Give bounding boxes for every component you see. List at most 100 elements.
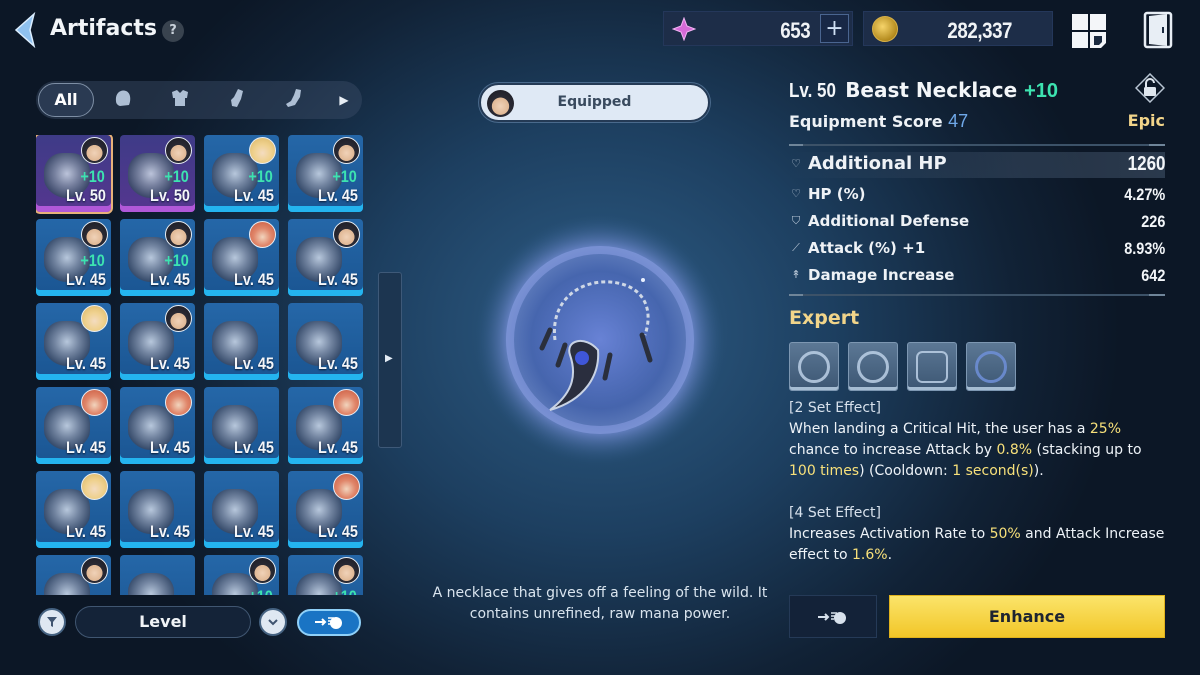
set-piece-earrings[interactable] — [907, 342, 957, 391]
owner-avatar — [81, 557, 108, 584]
artifact-card[interactable]: +10 Lv. 45 — [120, 219, 195, 296]
divider — [789, 144, 1165, 146]
artifact-card[interactable]: +10 Lv. 50 — [120, 135, 195, 212]
filter-tab-gloves[interactable] — [224, 87, 250, 113]
set-effect-text: Increases Activation Rate to — [789, 526, 990, 542]
boots-icon — [286, 89, 301, 107]
enhance-level: +10 — [248, 587, 273, 595]
arrow-right-icon: ▶ — [385, 353, 393, 364]
artifact-card[interactable]: Lv. 45 — [36, 303, 111, 380]
owner-avatar — [249, 557, 276, 584]
artifact-card[interactable]: +10 Lv. 45 — [204, 135, 279, 212]
artifact-card[interactable]: Lv. 45 — [204, 387, 279, 464]
lock-toggle-button[interactable] — [1134, 72, 1166, 104]
artifact-card[interactable]: Lv. 45 — [288, 219, 363, 296]
artifact-card[interactable]: Lv. 45 — [120, 303, 195, 380]
set-piece-bracelet[interactable] — [966, 342, 1016, 391]
set-effect-value: 25% — [1089, 421, 1121, 437]
owner-avatar — [165, 221, 192, 248]
unlock-icon — [1134, 72, 1166, 104]
artifact-level: Lv. 45 — [234, 186, 274, 205]
artifact-level: Lv. 45 — [66, 270, 106, 289]
menu-grid-button[interactable] — [1071, 13, 1107, 49]
back-button[interactable] — [12, 11, 40, 49]
salvage-button[interactable] — [789, 595, 877, 638]
artifact-card[interactable]: Lv. 45 — [288, 471, 363, 548]
artifact-card[interactable]: +10 — [204, 555, 279, 595]
collapse-panel-handle[interactable]: ▶ — [378, 272, 402, 448]
artifact-level: Lv. 45 — [318, 354, 358, 373]
artifact-card[interactable]: +10 — [288, 555, 363, 595]
main-stat-value: 1260 — [1127, 153, 1165, 175]
owner-avatar — [333, 473, 360, 500]
artifact-card[interactable]: Lv. 45 — [36, 471, 111, 548]
artifact-level: Lv. 45 — [318, 438, 358, 457]
owner-avatar — [249, 137, 276, 164]
heart-icon: ♡ — [791, 187, 801, 200]
equipment-score-label: Equipment Score — [789, 112, 943, 131]
set-effect-header: [4 Set Effect] — [789, 505, 882, 521]
helmet-icon — [115, 90, 131, 106]
exit-button[interactable] — [1143, 11, 1173, 49]
owner-avatar — [81, 473, 108, 500]
necklace-icon — [798, 351, 830, 383]
rarity-label: Epic — [1127, 111, 1165, 130]
filter-more-button[interactable]: ▶ — [336, 91, 352, 109]
artifact-card[interactable]: Lv. 45 — [120, 387, 195, 464]
artifact-level: Lv. 45 — [318, 522, 358, 541]
artifact-card[interactable]: +10 Lv. 45 — [288, 135, 363, 212]
enhance-level: +10 — [80, 251, 105, 270]
set-piece-necklace[interactable] — [789, 342, 839, 391]
artifact-inventory-grid[interactable]: +10 Lv. 50 +10 Lv. 50 +10 Lv. 45 +10 Lv. 45 +10 L… — [36, 135, 366, 595]
set-piece-ring[interactable] — [848, 342, 898, 391]
filter-tab-helmet[interactable] — [110, 87, 136, 113]
artifact-title: Lv. 50 Beast Necklace +10 — [789, 78, 1058, 103]
owner-avatar — [165, 137, 192, 164]
sub-stat-value: 226 — [1140, 212, 1165, 231]
owner-avatar — [333, 389, 360, 416]
artifact-card[interactable]: Lv. 45 — [288, 303, 363, 380]
artifact-card[interactable] — [120, 555, 195, 595]
set-effect-text: chance to increase Attack by — [789, 442, 997, 458]
filter-tab-boots[interactable] — [281, 87, 307, 113]
artifact-card[interactable]: Lv. 45 — [120, 471, 195, 548]
sort-direction-button[interactable] — [259, 608, 287, 636]
owner-avatar — [333, 557, 360, 584]
top-bar: Artifacts ? 653 + 282,337 — [0, 0, 1200, 62]
artifact-card[interactable]: +10 Lv. 45 — [36, 219, 111, 296]
artifact-level: Lv. 45 — [318, 270, 358, 289]
artifact-level: Lv. 45 — [150, 354, 190, 373]
artifact-card[interactable]: Lv. 45 — [204, 471, 279, 548]
back-arrow-icon — [14, 11, 36, 49]
arrow-right-icon: ▶ — [339, 93, 349, 107]
artifact-level: Lv. 50 — [789, 80, 836, 102]
ring-icon — [857, 351, 889, 383]
artifact-card[interactable]: Lv. 45 — [288, 387, 363, 464]
sub-stat: ⟋ Attack (%) +1 8.93% — [789, 236, 1165, 262]
set-effects: [2 Set Effect] When landing a Critical Hi… — [789, 398, 1169, 587]
equipped-badge[interactable]: Equipped — [479, 83, 710, 122]
set-effect-value: 0.8% — [996, 442, 1033, 458]
enhance-button[interactable]: Enhance — [889, 595, 1165, 638]
set-name: Expert — [789, 307, 860, 329]
artifact-card[interactable]: Lv. 45 — [204, 219, 279, 296]
enhance-level: +10 — [332, 587, 357, 595]
enhance-level: +10 — [164, 167, 189, 186]
add-gems-button[interactable]: + — [820, 14, 849, 43]
set-effect-text: When landing a Critical Hit, the user ha… — [789, 421, 1090, 437]
bulk-salvage-button[interactable] — [297, 609, 361, 636]
artifact-level: Lv. 45 — [66, 354, 106, 373]
artifact-card[interactable]: Lv. 45 — [204, 303, 279, 380]
artifact-level: Lv. 50 — [150, 186, 190, 205]
artifact-card[interactable]: +10 Lv. 50 — [36, 135, 113, 214]
filter-tab-all[interactable]: All — [38, 83, 94, 117]
gem-icon — [672, 17, 696, 41]
filter-button[interactable] — [38, 608, 66, 636]
artifact-card[interactable]: Lv. 45 — [36, 387, 111, 464]
artifact-card[interactable] — [36, 555, 111, 595]
artifact-level: Lv. 45 — [318, 186, 358, 205]
filter-tab-armor[interactable] — [167, 87, 193, 113]
help-button[interactable]: ? — [162, 20, 184, 42]
sort-dropdown[interactable]: Level — [75, 606, 251, 638]
gold-amount: 282,337 — [947, 18, 1012, 43]
